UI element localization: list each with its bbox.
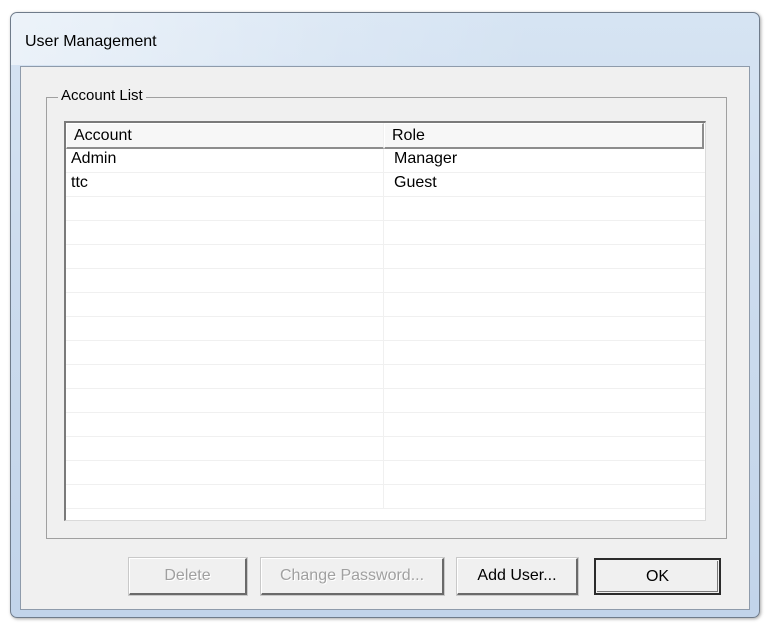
change-password-button[interactable]: Change Password... <box>260 557 445 596</box>
table-row[interactable] <box>66 269 705 293</box>
table-row[interactable] <box>66 365 705 389</box>
table-row[interactable] <box>66 245 705 269</box>
table-row[interactable] <box>66 461 705 485</box>
role-cell <box>384 293 704 316</box>
table-row[interactable]: ttc Guest <box>66 173 705 197</box>
role-cell <box>384 317 704 340</box>
account-cell <box>66 269 384 292</box>
account-cell <box>66 461 384 484</box>
account-cell <box>66 341 384 364</box>
column-header-account[interactable]: Account <box>66 123 384 149</box>
role-cell <box>384 365 704 388</box>
role-cell <box>384 221 704 244</box>
delete-button-label: Delete <box>164 567 211 584</box>
table-row[interactable] <box>66 413 705 437</box>
table-row[interactable]: Admin Manager <box>66 149 705 173</box>
ok-button[interactable]: OK <box>594 558 721 595</box>
role-cell <box>384 413 704 436</box>
account-list-label: Account List <box>58 87 146 104</box>
role-cell <box>384 197 704 220</box>
account-cell: Admin <box>66 149 384 172</box>
table-row[interactable] <box>66 221 705 245</box>
add-user-button-label: Add User... <box>477 567 557 584</box>
role-cell <box>384 389 704 412</box>
account-cell <box>66 437 384 460</box>
account-cell <box>66 413 384 436</box>
window-title: User Management <box>25 33 157 50</box>
role-cell <box>384 269 704 292</box>
table-row[interactable] <box>66 437 705 461</box>
role-cell <box>384 461 704 484</box>
account-cell <box>66 365 384 388</box>
table-row[interactable] <box>66 485 705 509</box>
account-cell <box>66 245 384 268</box>
account-cell <box>66 389 384 412</box>
table-row[interactable] <box>66 389 705 413</box>
delete-button[interactable]: Delete <box>128 557 248 596</box>
table-row[interactable] <box>66 341 705 365</box>
account-cell <box>66 317 384 340</box>
account-cell <box>66 197 384 220</box>
dialog-client-area: Account List Account Role Admin Manager tt… <box>20 66 750 610</box>
add-user-button[interactable]: Add User... <box>456 557 579 596</box>
list-header: Account Role <box>66 123 705 149</box>
role-cell <box>384 437 704 460</box>
column-header-role[interactable]: Role <box>384 123 704 149</box>
user-management-dialog: User Management Account List Account Rol… <box>10 12 760 618</box>
role-cell <box>384 341 704 364</box>
account-list-view[interactable]: Account Role Admin Manager ttc Guest <box>64 121 706 521</box>
list-body: Admin Manager ttc Guest <box>66 149 705 509</box>
account-cell: ttc <box>66 173 384 196</box>
role-cell: Manager <box>394 150 458 167</box>
change-password-button-label: Change Password... <box>279 567 425 584</box>
role-cell <box>384 245 704 268</box>
ok-button-label: OK <box>645 568 670 585</box>
role-cell <box>384 485 704 508</box>
table-row[interactable] <box>66 197 705 221</box>
role-cell: Guest <box>394 174 437 191</box>
account-cell <box>66 221 384 244</box>
account-cell <box>66 485 384 508</box>
account-cell <box>66 293 384 316</box>
table-row[interactable] <box>66 293 705 317</box>
table-row[interactable] <box>66 317 705 341</box>
